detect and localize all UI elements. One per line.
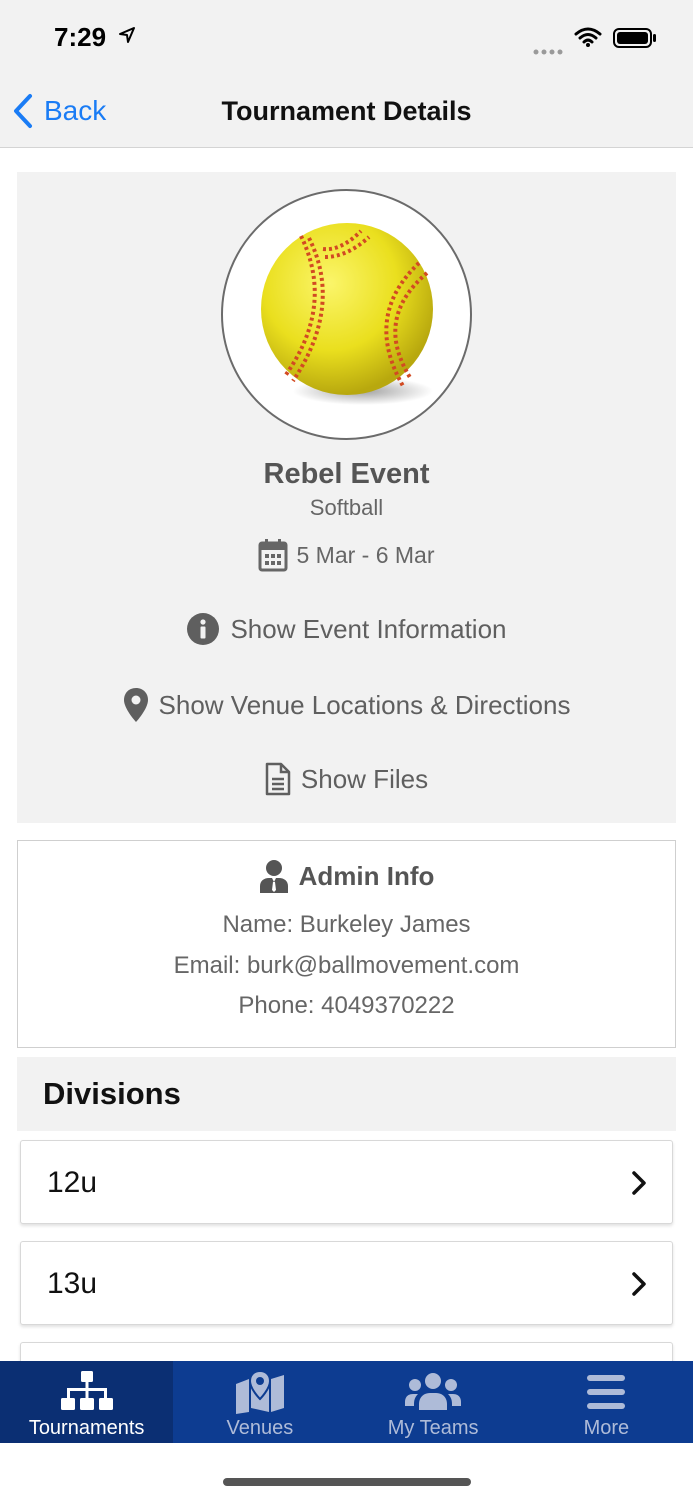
chevron-right-icon (632, 1171, 646, 1195)
admin-phone: Phone: 4049370222 (238, 992, 455, 1019)
division-item-13u[interactable]: 13u (20, 1241, 673, 1325)
sitemap-icon (0, 1369, 173, 1415)
event-dates: 5 Mar - 6 Mar (17, 538, 676, 572)
show-event-information-label: Show Event Information (230, 613, 507, 644)
wifi-icon (574, 27, 602, 52)
calendar-icon (258, 539, 288, 572)
tab-venues[interactable]: Venues (173, 1361, 346, 1443)
signal-icon (533, 42, 565, 60)
home-indicator[interactable] (223, 1478, 471, 1486)
tab-tournaments-label: Tournaments (28, 1417, 145, 1439)
event-dates-text: 5 Mar - 6 Mar (296, 541, 435, 568)
location-arrow-icon (118, 26, 136, 49)
tab-venues-label: Venues (226, 1417, 294, 1439)
map-pin-icon (123, 688, 148, 722)
event-name: Rebel Event (263, 458, 430, 490)
show-event-information-button[interactable]: Show Event Information (17, 612, 676, 646)
event-summary-card: Rebel Event Softball 5 Mar - 6 Mar Show … (17, 172, 676, 823)
softball-icon (261, 223, 433, 405)
show-venue-locations-label: Show Venue Locations & Directions (158, 689, 571, 720)
divisions-title: Divisions (43, 1076, 181, 1111)
admin-name: Name: Burkeley James (222, 911, 471, 938)
admin-email: Email: burk@ballmovement.com (173, 952, 520, 979)
tab-tournaments[interactable]: Tournaments (0, 1361, 174, 1443)
tab-bar: Tournaments Venues My Teams More (0, 1361, 693, 1443)
event-sport: Softball (309, 495, 384, 520)
file-icon (265, 762, 291, 796)
event-logo (221, 189, 472, 440)
tab-more-label: More (583, 1417, 630, 1439)
admin-info-card: Admin Info Name: Burkeley James Email: b… (17, 840, 676, 1048)
user-tie-icon (259, 860, 288, 893)
chevron-right-icon (632, 1272, 646, 1296)
show-venue-locations-button[interactable]: Show Venue Locations & Directions (17, 687, 676, 723)
division-item-12u[interactable]: 12u (20, 1140, 673, 1224)
menu-icon (520, 1369, 693, 1415)
map-icon (173, 1369, 346, 1415)
page-title: Tournament Details (221, 96, 472, 126)
admin-info-title: Admin Info (18, 859, 675, 893)
division-label: 13u (47, 1267, 98, 1300)
tab-my-teams-label: My Teams (387, 1417, 479, 1439)
show-files-button[interactable]: Show Files (17, 762, 676, 796)
divisions-header: Divisions (17, 1057, 676, 1131)
admin-info-title-text: Admin Info (298, 860, 435, 891)
home-indicator-area (0, 1443, 693, 1500)
tab-my-teams[interactable]: My Teams (347, 1361, 520, 1443)
tab-more[interactable]: More (520, 1361, 693, 1443)
battery-icon (613, 28, 657, 53)
navigation-bar: Back Tournament Details (0, 74, 693, 148)
info-icon (187, 613, 220, 645)
show-files-label: Show Files (300, 763, 429, 794)
status-time: 7:29 (54, 22, 107, 52)
division-label: 12u (47, 1166, 98, 1199)
users-icon (347, 1369, 520, 1415)
status-bar: 7:29 (0, 0, 693, 74)
